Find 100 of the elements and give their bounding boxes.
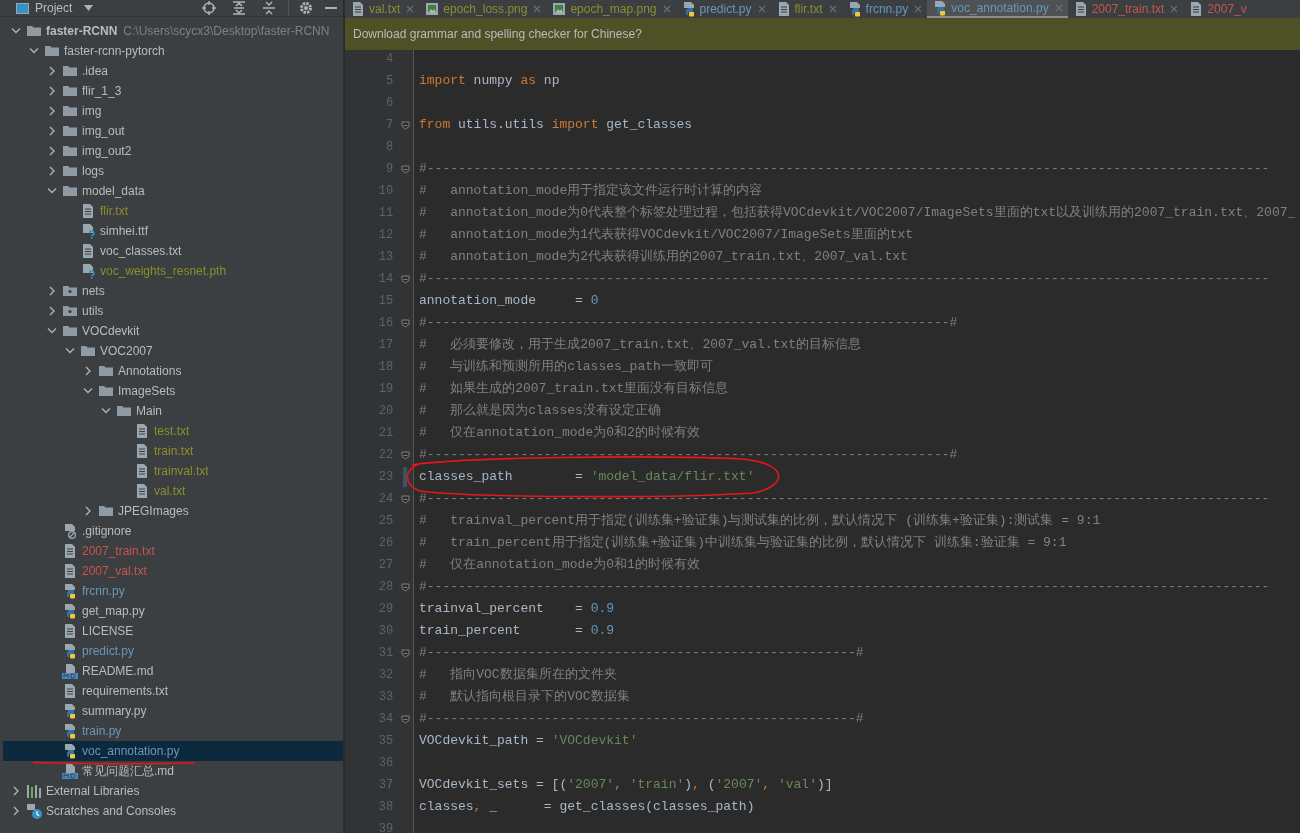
- tree-item[interactable]: img_out: [3, 121, 343, 141]
- tree-item[interactable]: nets: [3, 281, 343, 301]
- fold-icon[interactable]: [400, 450, 410, 460]
- text-file-icon: [62, 543, 78, 559]
- chevron-down-icon[interactable]: [81, 387, 95, 395]
- tree-item[interactable]: frcnn.py: [3, 581, 343, 601]
- notification-text: Download grammar and spelling checker for Chinese?: [353, 26, 642, 43]
- tree-item[interactable]: VOC2007: [3, 341, 343, 361]
- fold-icon[interactable]: [400, 714, 410, 724]
- chevron-down-icon[interactable]: [45, 327, 59, 335]
- tree-item[interactable]: simhei.ttf: [3, 221, 343, 241]
- tree-item[interactable]: test.txt: [3, 421, 343, 441]
- python-file-icon: [62, 743, 78, 759]
- locate-icon[interactable]: [202, 1, 216, 15]
- code-line: #------------------------------------------------------------------------------------------------------------: [419, 160, 1270, 179]
- folder-icon: [62, 123, 78, 139]
- tree-item[interactable]: img: [3, 101, 343, 121]
- file-name: faster-rcnn-pytorch: [64, 44, 165, 58]
- fold-icon[interactable]: [400, 120, 410, 130]
- tree-item[interactable]: ImageSets: [3, 381, 343, 401]
- fold-icon[interactable]: [400, 164, 410, 174]
- tree-item[interactable]: flir.txt: [3, 201, 343, 221]
- image-file-icon: [551, 1, 568, 17]
- chevron-down-icon[interactable]: [99, 407, 113, 415]
- fold-icon[interactable]: [400, 318, 410, 328]
- folder-icon: [62, 303, 78, 319]
- tab-label: frcnn.py: [865, 1, 909, 18]
- file-name: 2007_val.txt: [82, 564, 147, 578]
- code-line: # annotation_mode为0代表整个标签处理过程，包括获得VOCdevkit/VOC2007/ImageSets里面的txt以及训练用的2007_train.txt、2007_: [419, 204, 1296, 223]
- tree-item[interactable]: LICENSE: [3, 621, 343, 641]
- fold-icon[interactable]: [400, 648, 410, 658]
- minimize-icon[interactable]: [325, 6, 337, 10]
- code-line: # 默认指向根目录下的VOC数据集: [419, 688, 630, 707]
- tree-item[interactable]: requirements.txt: [3, 681, 343, 701]
- code-line: #------------------------------------------------------------------------------------------------------------: [419, 270, 1270, 289]
- tree-item[interactable]: voc_classes.txt: [3, 241, 343, 261]
- file-name: frcnn.py: [82, 584, 125, 598]
- tree-item[interactable]: External Libraries: [3, 781, 343, 801]
- fold-icon[interactable]: [400, 274, 410, 284]
- fold-icon[interactable]: [400, 494, 410, 504]
- code-line: # annotation_mode为1代表获得VOCdevkit/VOC2007/ImageSets里面的txt: [419, 226, 914, 245]
- chevron-down-icon[interactable]: [63, 347, 77, 355]
- tree-item[interactable]: img_out2: [3, 141, 343, 161]
- tree-item[interactable]: train.py: [3, 721, 343, 741]
- expand-all-icon[interactable]: [232, 1, 246, 15]
- file-name: voc_classes.txt: [100, 244, 182, 258]
- python-file-icon: [62, 583, 78, 599]
- file-name: logs: [82, 164, 104, 178]
- tree-item[interactable]: Annotations: [3, 361, 343, 381]
- code-line: #------------------------------------------------------------------------------------------------------------: [419, 578, 1270, 597]
- code-line: # 必须要修改，用于生成2007_train.txt、2007_val.txt的目标信息: [419, 336, 862, 355]
- ignore-file-icon: [62, 523, 78, 539]
- chevron-down-icon[interactable]: [45, 187, 59, 195]
- collapse-all-icon[interactable]: [262, 1, 276, 15]
- tree-item[interactable]: utils: [3, 301, 343, 321]
- file-name: nets: [82, 284, 105, 298]
- code-line: #-------------------------------------------------------------------#: [419, 314, 958, 333]
- tree-item[interactable]: Scratches and Consoles: [3, 801, 343, 821]
- file-name: voc_weights_resnet.pth: [100, 264, 227, 278]
- tree-item[interactable]: model_data: [3, 181, 343, 201]
- settings-icon[interactable]: [299, 1, 313, 15]
- tree-item[interactable]: flir_1_3: [3, 81, 343, 101]
- tree-item[interactable]: README.md: [3, 661, 343, 681]
- file-name: img: [82, 104, 102, 118]
- file-name: Scratches and Consoles: [46, 804, 177, 818]
- tree-item[interactable]: faster-rcnn-pytorch: [3, 41, 343, 61]
- tree-item[interactable]: voc_weights_resnet.pth: [3, 261, 343, 281]
- chevron-down-icon[interactable]: [9, 27, 23, 35]
- folder-icon: [62, 323, 78, 339]
- tree-item[interactable]: JPEGImages: [3, 501, 343, 521]
- tree-item[interactable]: faster-RCNN C:\Users\scycx3\Desktop\faster-RCNN: [3, 21, 343, 41]
- tree-item[interactable]: val.txt: [3, 481, 343, 501]
- tree-item[interactable]: VOCdevkit: [3, 321, 343, 341]
- file-name: VOCdevkit: [82, 324, 140, 338]
- file-name: requirements.txt: [82, 684, 169, 698]
- code-line: VOCdevkit_path = 'VOCdevkit': [419, 732, 638, 751]
- panel-title[interactable]: Project: [35, 0, 73, 17]
- text-file-icon: [134, 463, 150, 479]
- folder-icon: [62, 143, 78, 159]
- file-name: Annotations: [118, 364, 182, 378]
- tree-item[interactable]: get_map.py: [3, 601, 343, 621]
- file-name: simhei.ttf: [100, 224, 148, 238]
- tab-label: val.txt: [369, 1, 401, 18]
- code-line: # 仅在annotation_mode为0和1的时候有效: [419, 556, 700, 575]
- tree-item[interactable]: predict.py: [3, 641, 343, 661]
- tree-item[interactable]: logs: [3, 161, 343, 181]
- file-name: VOC2007: [100, 344, 153, 358]
- fold-icon[interactable]: [400, 582, 410, 592]
- tree-item[interactable]: 常见问题汇总.md: [3, 761, 343, 781]
- file-name: img_out: [82, 124, 125, 138]
- tree-item[interactable]: .idea: [3, 61, 343, 81]
- tree-item[interactable]: Main: [3, 401, 343, 421]
- tree-item[interactable]: summary.py: [3, 701, 343, 721]
- tree-item[interactable]: trainval.txt: [3, 461, 343, 481]
- dropdown-caret-icon[interactable]: [84, 5, 94, 11]
- tree-item[interactable]: train.txt: [3, 441, 343, 461]
- tree-item[interactable]: voc_annotation.py: [3, 741, 343, 761]
- scratch-icon: [26, 803, 42, 819]
- tree-item[interactable]: .gitignore: [3, 521, 343, 541]
- chevron-down-icon[interactable]: [27, 47, 41, 55]
